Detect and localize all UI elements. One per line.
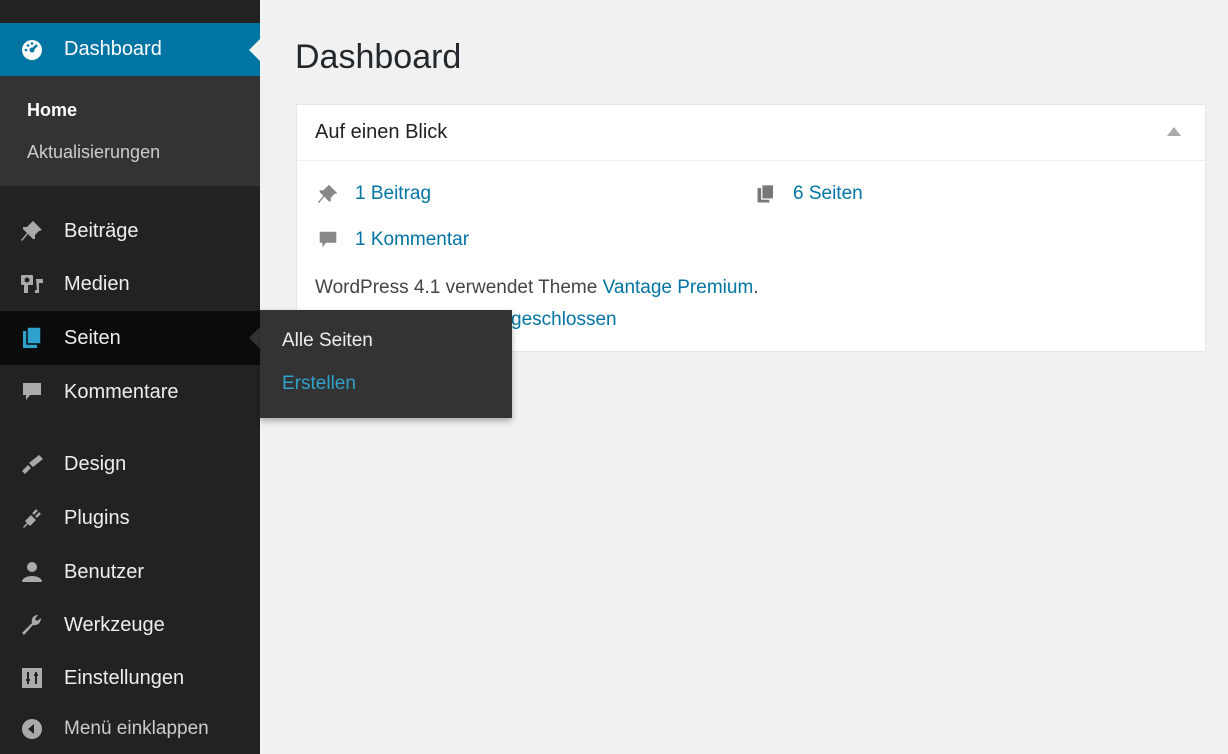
comments-count: 1 Kommentar xyxy=(355,229,470,250)
admin-bar-strip xyxy=(0,0,260,8)
wp-version-label: WordPress 4.1 verwendet Theme xyxy=(315,277,603,298)
sidebar-item-label: Design xyxy=(64,452,127,475)
sidebar-item-design[interactable]: Design xyxy=(0,437,260,491)
pages-icon xyxy=(18,324,46,352)
glance-posts-link[interactable]: 1 Beitrag xyxy=(315,181,431,207)
current-indicator xyxy=(249,39,260,61)
plugin-icon xyxy=(18,504,46,532)
collapse-icon xyxy=(18,715,46,743)
comment-icon xyxy=(18,378,46,406)
sidebar-item-comments[interactable]: Kommentare xyxy=(0,365,260,419)
flyout-indicator xyxy=(249,327,260,349)
posts-count: 1 Beitrag xyxy=(355,183,432,204)
theme-link[interactable]: Vantage Premium xyxy=(603,277,754,298)
sidebar-item-label: Seiten xyxy=(64,326,121,349)
widget-header[interactable]: Auf einen Blick xyxy=(297,105,1205,161)
pages-icon xyxy=(753,181,779,207)
glance-pages-link[interactable]: 6 Seiten xyxy=(753,181,863,207)
sidebar-item-posts[interactable]: Beiträge xyxy=(0,204,260,258)
sidebar-item-label: Plugins xyxy=(64,506,130,529)
sidebar-item-users[interactable]: Benutzer xyxy=(0,545,260,599)
wrench-icon xyxy=(18,611,46,639)
comment-icon xyxy=(315,227,341,253)
sidebar-item-label: Einstellungen xyxy=(64,666,185,689)
flyout-item-all-pages[interactable]: Alle Seiten xyxy=(282,330,373,352)
sidebar-item-settings[interactable]: Einstellungen xyxy=(0,651,260,705)
sidebar-item-label: Beiträge xyxy=(64,219,139,242)
sidebar-item-label: Werkzeuge xyxy=(64,613,165,636)
media-icon xyxy=(18,270,46,298)
user-icon xyxy=(18,558,46,586)
dashboard-submenu: Home Aktualisierungen xyxy=(0,76,260,186)
admin-sidebar: Dashboard Home Aktualisierungen Beiträge… xyxy=(0,0,260,754)
widget-title: Auf einen Blick xyxy=(315,121,448,143)
pin-icon xyxy=(315,181,341,207)
dashboard-icon xyxy=(18,36,46,64)
sidebar-item-label: Kommentare xyxy=(64,380,179,403)
collapse-menu-button[interactable]: Menü einklappen xyxy=(0,704,260,754)
brush-icon xyxy=(18,450,46,478)
sidebar-item-label: Medien xyxy=(64,272,130,295)
partial-link[interactable]: geschlossen xyxy=(511,309,617,331)
sidebar-item-label: Dashboard xyxy=(64,38,162,60)
collapse-toggle-icon[interactable] xyxy=(1167,127,1181,136)
collapse-label: Menü einklappen xyxy=(64,718,209,739)
sidebar-item-plugins[interactable]: Plugins xyxy=(0,491,260,545)
sidebar-item-dashboard[interactable]: Dashboard xyxy=(0,23,260,76)
wp-version-text: WordPress 4.1 verwendet Theme Vantage Pr… xyxy=(315,277,759,299)
page-title: Dashboard xyxy=(295,38,462,76)
glance-comments-link[interactable]: 1 Kommentar xyxy=(315,227,469,253)
settings-icon xyxy=(18,664,46,692)
pages-count: 6 Seiten xyxy=(793,183,863,204)
sidebar-item-tools[interactable]: Werkzeuge xyxy=(0,598,260,652)
pages-flyout-submenu: Alle Seiten Erstellen xyxy=(260,310,512,418)
submenu-item-home[interactable]: Home xyxy=(27,100,77,121)
period: . xyxy=(753,277,759,298)
submenu-item-updates[interactable]: Aktualisierungen xyxy=(27,142,160,163)
pin-icon xyxy=(18,217,46,245)
flyout-item-create[interactable]: Erstellen xyxy=(282,373,356,395)
sidebar-item-label: Benutzer xyxy=(64,560,145,583)
sidebar-item-media[interactable]: Medien xyxy=(0,257,260,311)
sidebar-item-pages[interactable]: Seiten xyxy=(0,311,260,365)
